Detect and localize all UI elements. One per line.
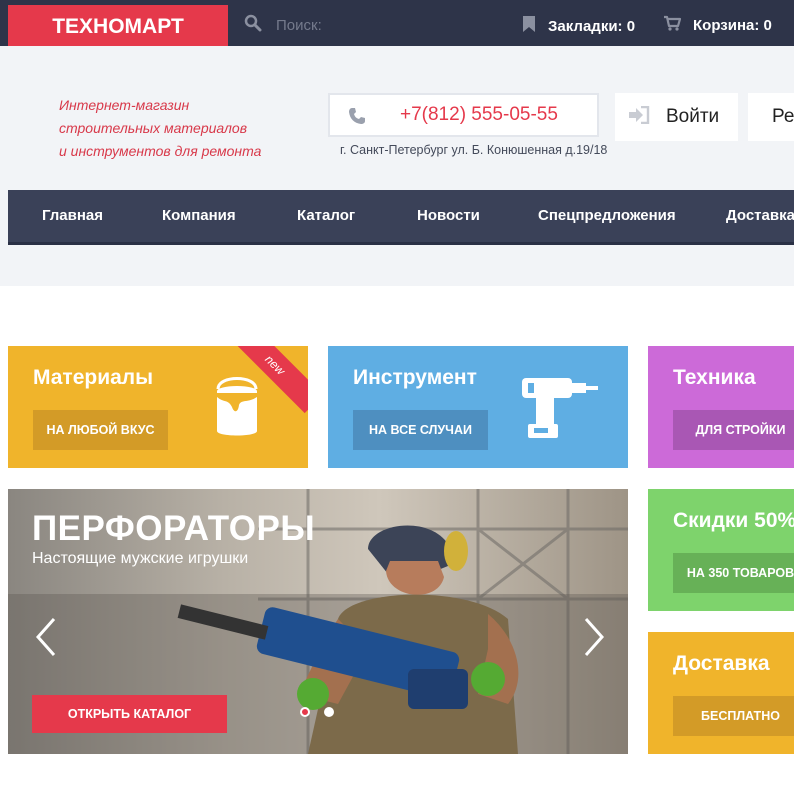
tagline-line: Интернет-магазин: [59, 97, 190, 113]
tile-button[interactable]: НА 350 ТОВАРОВ: [673, 553, 794, 593]
register-label: Ре: [772, 106, 794, 127]
bookmarks-link[interactable]: Закладки: 0: [522, 15, 635, 37]
slider-dot[interactable]: [300, 707, 310, 717]
nav-item-catalog[interactable]: Каталог: [297, 190, 355, 242]
tile-title: Материалы: [33, 366, 154, 389]
main-nav: Главная Компания Каталог Новости Спецпре…: [8, 190, 794, 245]
tile-button[interactable]: НА ЛЮБОЙ ВКУС: [33, 410, 168, 450]
hero-title: ПЕРФОРАТОРЫ: [32, 509, 316, 548]
logo-text: ТЕХНОМАРТ: [52, 15, 184, 38]
phone-number: +7(812) 555-05-55: [400, 104, 558, 125]
tile-title: Инструмент: [353, 366, 477, 389]
tile-tools[interactable]: Инструмент НА ВСЕ СЛУЧАИ: [328, 346, 628, 468]
tile-button[interactable]: НА ВСЕ СЛУЧАИ: [353, 410, 488, 450]
paint-bucket-icon: [212, 373, 262, 444]
cart-icon: [663, 15, 682, 35]
search-icon[interactable]: [244, 14, 262, 37]
phone-box[interactable]: +7(812) 555-05-55: [328, 93, 599, 137]
bookmark-icon: [522, 15, 536, 37]
hero-slider: ПЕРФОРАТОРЫ Настоящие мужские игрушки ОТ…: [8, 489, 628, 754]
address: г. Санкт-Петербург ул. Б. Конюшенная д.1…: [340, 143, 608, 157]
slider-dot[interactable]: [324, 707, 334, 717]
tile-title: Доставка: [673, 652, 770, 675]
tile-title: Техника: [673, 366, 756, 389]
phone-icon: [348, 107, 366, 130]
login-icon: [628, 105, 650, 129]
nav-item-home[interactable]: Главная: [42, 190, 103, 242]
logo[interactable]: ТЕХНОМАРТ: [8, 5, 228, 50]
tagline-line: и инструментов для ремонта: [59, 143, 262, 159]
hero-subtitle: Настоящие мужские игрушки: [32, 550, 249, 567]
bookmarks-label: Закладки: 0: [548, 17, 636, 35]
login-label: Войти: [666, 106, 720, 127]
nav-item-offers[interactable]: Спецпредложения: [538, 190, 676, 242]
cart-label: Корзина: 0: [693, 16, 772, 34]
tile-materials[interactable]: new Материалы НА ЛЮБОЙ ВКУС: [8, 346, 308, 468]
tile-title: Скидки 50%: [673, 509, 794, 532]
search-input[interactable]: [276, 14, 496, 36]
header-background: [0, 46, 794, 286]
top-bar: ТЕХНОМАРТ Закладки: 0 Корзина: 0: [0, 0, 794, 50]
cart-link[interactable]: Корзина: 0: [663, 15, 772, 35]
drill-icon: [520, 374, 602, 445]
login-button[interactable]: Войти: [615, 93, 738, 141]
tile-discounts[interactable]: Скидки 50% НА 350 ТОВАРОВ: [648, 489, 794, 611]
tile-button[interactable]: ДЛЯ СТРОЙКИ: [673, 410, 794, 450]
chevron-left-icon[interactable]: [34, 617, 58, 662]
register-button[interactable]: Ре: [748, 93, 794, 141]
search: [244, 14, 496, 36]
nav-item-delivery[interactable]: Доставка: [726, 190, 794, 242]
tile-button[interactable]: БЕСПЛАТНО: [673, 696, 794, 736]
nav-item-news[interactable]: Новости: [417, 190, 480, 242]
open-catalog-button[interactable]: ОТКРЫТЬ КАТАЛОГ: [32, 695, 227, 733]
tile-tech[interactable]: Техника ДЛЯ СТРОЙКИ: [648, 346, 794, 468]
tagline: Интернет-магазин строительных материалов…: [59, 94, 261, 163]
tile-delivery[interactable]: Доставка БЕСПЛАТНО: [648, 632, 794, 754]
nav-item-company[interactable]: Компания: [162, 190, 236, 242]
tagline-line: строительных материалов: [59, 120, 248, 136]
chevron-right-icon[interactable]: [582, 617, 606, 662]
